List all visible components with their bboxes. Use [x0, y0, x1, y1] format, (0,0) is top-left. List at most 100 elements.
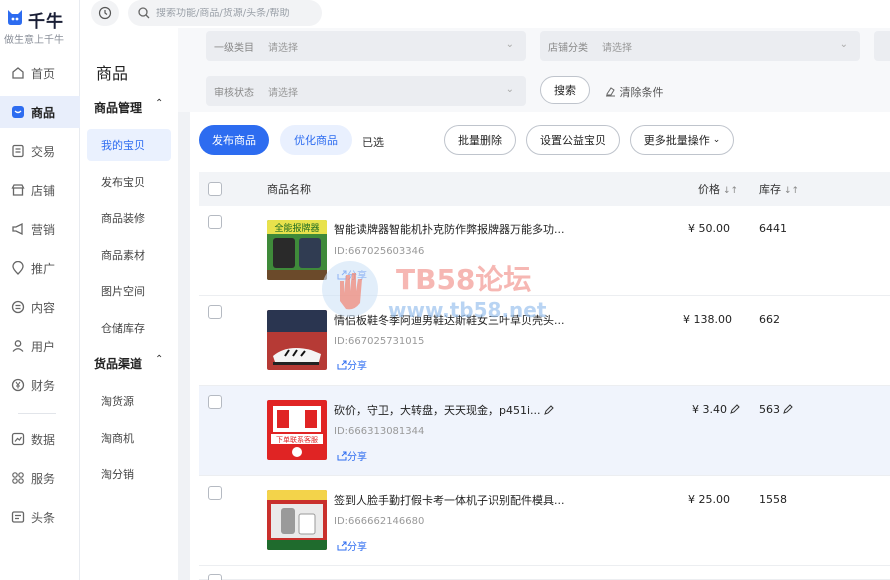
nav-news[interactable]: 头条 [0, 501, 80, 533]
nav-shop[interactable]: 店铺 [0, 174, 80, 206]
nav-marketing[interactable]: 营销 [0, 213, 80, 245]
clock-icon [98, 6, 112, 20]
row-checkbox[interactable] [208, 215, 222, 229]
edit-icon[interactable] [543, 405, 554, 415]
more-batch-actions-button[interactable]: 更多批量操作 ⌄ [630, 125, 734, 155]
share-button[interactable]: 分享 [337, 448, 367, 463]
chevron-down-icon: ⌄ [712, 135, 721, 145]
share-label: 分享 [347, 542, 367, 553]
goods-icon [10, 104, 26, 120]
share-button[interactable]: 分享 [337, 538, 367, 553]
share-icon [337, 270, 347, 279]
eraser-icon [606, 87, 615, 97]
nav-goods[interactable]: 商品 [0, 96, 80, 128]
sidebar-item-my-items[interactable]: 我的宝贝 [87, 129, 171, 161]
product-thumbnail[interactable]: 下单联系客服 [267, 400, 327, 460]
column-price[interactable]: 价格 ↓↑ [698, 181, 738, 197]
thumb-text: 全能报牌器 [274, 222, 319, 234]
product-name[interactable]: 签到人脸手勤打假卡考一体机子识别配件模具... [334, 492, 565, 508]
product-thumbnail[interactable] [267, 490, 327, 550]
row-checkbox[interactable] [208, 395, 222, 409]
column-stock[interactable]: 库存 ↓↑ [759, 181, 799, 197]
app-name: 千牛 [28, 12, 64, 32]
shop-category-select[interactable]: 店铺分类 请选择 ⌄ [540, 31, 860, 61]
sidebar-item-inventory[interactable]: 仓储库存 [87, 312, 171, 344]
sidebar-item-label: 商品素材 [101, 249, 145, 262]
product-price: ¥ 138.00 [683, 313, 732, 326]
product-stock: 1558 [759, 493, 787, 506]
nav-label: 交易 [31, 144, 56, 159]
chevron-down-icon: ⌄ [505, 39, 514, 50]
sidebar-item-tao-opportunity[interactable]: 淘商机 [87, 422, 171, 454]
product-price: ¥ 25.00 [688, 493, 730, 506]
optimize-goods-button[interactable]: 优化商品 [280, 125, 352, 155]
share-button[interactable]: 分享 [337, 357, 367, 372]
clear-conditions-button[interactable]: 清除条件 [605, 84, 664, 100]
nav-label: 内容 [31, 300, 56, 315]
sidebar-item-tao-distribution[interactable]: 淘分销 [87, 458, 171, 490]
select-all-checkbox[interactable] [208, 182, 222, 196]
nav-label: 服务 [31, 471, 56, 486]
nav-label: 商品 [31, 105, 56, 120]
news-icon [10, 509, 26, 525]
sidebar-item-decoration[interactable]: 商品装修 [87, 202, 171, 234]
search-input[interactable] [156, 7, 316, 19]
nav-finance[interactable]: 财务 [0, 369, 80, 401]
set-charity-button[interactable]: 设置公益宝贝 [526, 125, 620, 155]
sidebar-item-publish[interactable]: 发布宝贝 [87, 166, 171, 198]
goods-sidebar: 商品 商品管理 ⌃ 我的宝贝 发布宝贝 商品装修 商品素材 图片空间 仓储库存 … [80, 0, 178, 580]
app-logo[interactable]: 千牛 做生意上千牛 [4, 6, 76, 46]
nav-users[interactable]: 用户 [0, 330, 80, 362]
thumb-text: 下单联系客服 [276, 435, 318, 444]
history-button[interactable] [91, 0, 119, 26]
sidebar-group-label: 货品渠道 [94, 356, 143, 371]
batch-delete-button[interactable]: 批量删除 [444, 125, 516, 155]
product-thumbnail[interactable]: 全能报牌器 [267, 220, 327, 280]
category-select[interactable]: 一级类目 请选择 ⌄ [206, 31, 526, 61]
sidebar-item-materials[interactable]: 商品素材 [87, 239, 171, 271]
location-pin-icon [10, 260, 26, 276]
sidebar-item-image-space[interactable]: 图片空间 [87, 275, 171, 307]
product-name[interactable]: 智能读牌器智能机扑克防作弊报牌器万能多功... [334, 221, 565, 237]
nav-home[interactable]: 首页 [0, 57, 80, 89]
publish-goods-button[interactable]: 发布商品 [199, 125, 269, 155]
extra-filter-field[interactable] [874, 31, 890, 61]
edit-icon[interactable] [783, 404, 793, 414]
sidebar-item-label: 淘商机 [101, 432, 134, 445]
sidebar-group-goods-management[interactable]: 商品管理 ⌃ [80, 95, 178, 119]
product-name[interactable]: 砍价，守卫，大转盘，天天现金，p451i... [334, 402, 554, 418]
row-checkbox[interactable] [208, 574, 222, 580]
product-stock-text: 563 [759, 403, 780, 416]
product-id: ID:666313081344 [334, 426, 425, 437]
content-icon [10, 299, 26, 315]
nav-label: 店铺 [31, 183, 56, 198]
nav-trade[interactable]: 交易 [0, 135, 80, 167]
column-price-label: 价格 [698, 183, 720, 196]
field-value: 请选择 [268, 42, 298, 54]
sidebar-group-sourcing[interactable]: 货品渠道 ⌃ [80, 351, 178, 375]
nav-label: 营销 [31, 222, 56, 237]
sidebar-item-tao-source[interactable]: 淘货源 [87, 385, 171, 417]
edit-icon[interactable] [730, 404, 740, 414]
share-label: 分享 [347, 271, 367, 282]
search-button[interactable]: 搜索 [540, 76, 590, 104]
review-status-select[interactable]: 审核状态 请选择 ⌄ [206, 76, 526, 106]
product-thumbnail[interactable] [267, 310, 327, 370]
sidebar-item-label: 淘分销 [101, 468, 134, 481]
chevron-up-icon: ⌃ [155, 98, 164, 109]
product-price: ¥ 50.00 [688, 222, 730, 235]
row-checkbox[interactable] [208, 305, 222, 319]
chart-icon [10, 431, 26, 447]
nav-data[interactable]: 数据 [0, 423, 80, 455]
global-search[interactable] [128, 0, 322, 26]
chevron-down-icon: ⌄ [839, 39, 848, 50]
product-name[interactable]: 情侣板鞋冬季阿迪男鞋达斯鞋女三叶草贝壳头... [334, 312, 565, 328]
grid-icon [10, 470, 26, 486]
nav-service[interactable]: 服务 [0, 462, 80, 494]
nav-content[interactable]: 内容 [0, 291, 80, 323]
row-checkbox[interactable] [208, 486, 222, 500]
nav-promote[interactable]: 推广 [0, 252, 80, 284]
share-button[interactable]: 分享 [337, 267, 367, 282]
chevron-down-icon: ⌄ [505, 84, 514, 95]
nav-label: 数据 [31, 432, 56, 447]
